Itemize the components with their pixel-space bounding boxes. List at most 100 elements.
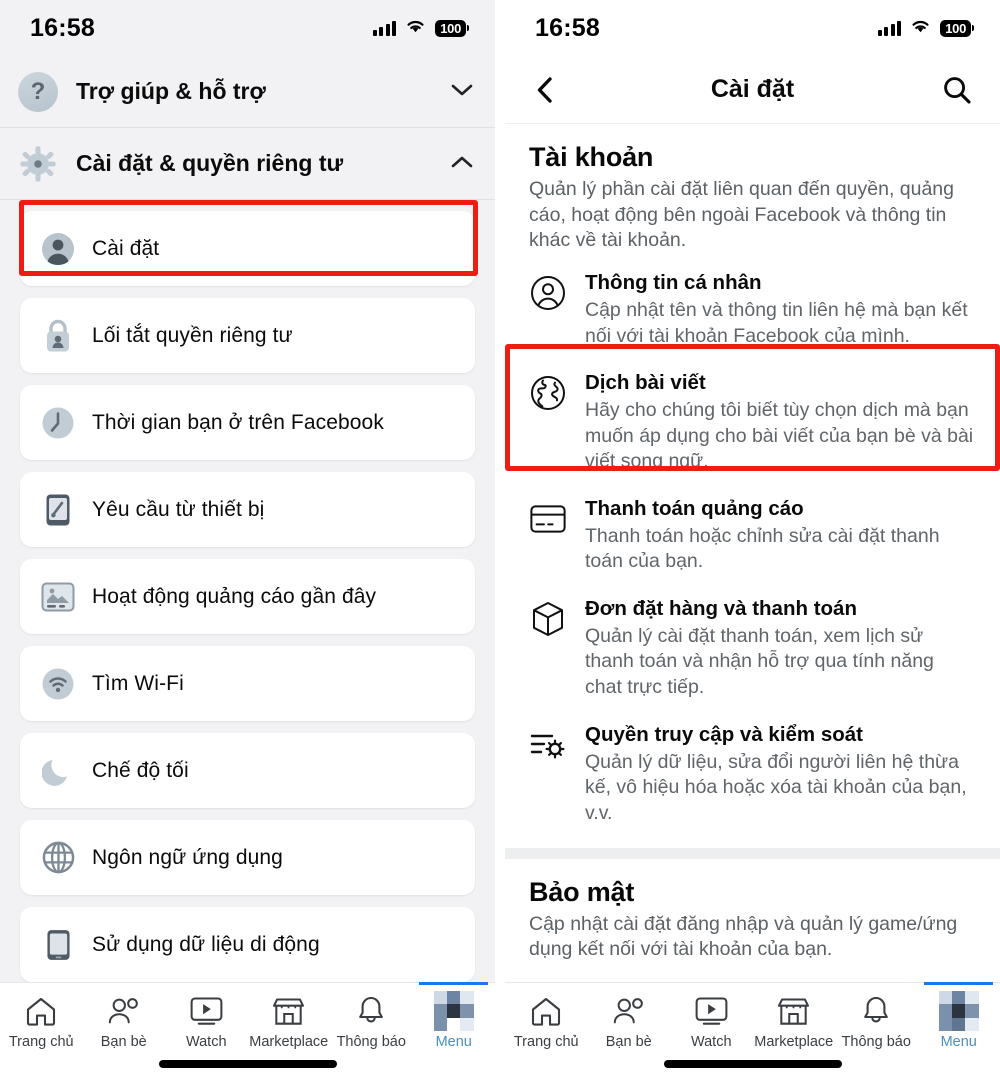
settings-row-thong-tin-ca-nhan[interactable]: Thông tin cá nhân Cập nhật tên và thông … [505, 260, 1000, 360]
home-icon [25, 993, 57, 1029]
bottom-tab-bar-left: Trang chủ Bạn bè Watch Marketplace Thông… [0, 982, 495, 1082]
home-indicator [158, 1060, 337, 1068]
avatar-pixelated-icon [433, 991, 474, 1031]
battery-icon: 100 [940, 19, 974, 37]
sidebar-item-settings-privacy[interactable]: Cài đặt & quyền riêng tư [0, 128, 495, 200]
settings-row-subtitle: Thanh toán hoặc chỉnh sửa cài đặt thanh … [585, 524, 940, 573]
sidebar-item-help-support[interactable]: ? Trợ giúp & hỗ trợ [0, 56, 495, 128]
list-item-yeu-cau-tu-thiet-bi[interactable]: Yêu cầu từ thiết bị [20, 472, 475, 547]
tab-marketplace[interactable]: Marketplace [248, 993, 330, 1050]
status-bar-right: 16:58 100 [505, 0, 1000, 56]
status-time: 16:58 [30, 13, 95, 42]
watch-play-icon [190, 993, 223, 1029]
tab-ban-be[interactable]: Bạn bè [588, 993, 670, 1050]
right-phone-screen: 16:58 100 Cài đặt Tài khoản Quản lý phần… [505, 0, 1000, 1082]
package-box-icon [529, 600, 567, 638]
ad-activity-icon [40, 579, 76, 615]
tab-watch[interactable]: Watch [165, 993, 247, 1050]
tab-label: Trang chủ [513, 1034, 579, 1050]
settings-shortcut-list: Cài đặt Lối tắt quyền riêng tư Thời gian… [0, 200, 495, 982]
section-divider [505, 847, 1000, 859]
list-item-tim-wifi[interactable]: Tìm Wi-Fi [20, 646, 475, 721]
settings-row-subtitle: Quản lý dữ liệu, sửa đổi người liên hệ t… [585, 750, 967, 824]
list-item-label: Thời gian bạn ở trên Facebook [92, 410, 384, 434]
battery-icon: 100 [435, 19, 469, 37]
dual-screenshot-container: 16:58 100 ? Trợ giúp & hỗ trợ Cài đặt & … [0, 0, 1000, 1082]
clock-icon [40, 405, 76, 441]
list-item-label: Cài đặt [92, 236, 160, 260]
home-icon [530, 993, 562, 1029]
list-item-label: Tìm Wi-Fi [92, 671, 184, 695]
cellular-signal-icon [372, 20, 397, 36]
person-circle-outline-icon [529, 274, 567, 312]
moon-icon [40, 753, 76, 789]
tab-thong-bao[interactable]: Thông báo [330, 993, 412, 1050]
list-item-label: Lối tắt quyền riêng tư [92, 323, 293, 347]
person-circle-icon [40, 231, 76, 267]
list-item-hoat-dong-quang-cao[interactable]: Hoạt động quảng cáo gần đây [20, 559, 475, 634]
list-item-label: Sử dụng dữ liệu di động [92, 932, 320, 956]
tab-marketplace[interactable]: Marketplace [753, 993, 835, 1050]
chevron-down-icon[interactable] [451, 83, 473, 101]
help-support-label: Trợ giúp & hỗ trợ [76, 78, 266, 104]
list-item-che-do-toi[interactable]: Chế độ tối [20, 733, 475, 808]
tab-label: Thông báo [336, 1034, 406, 1050]
tab-trang-chu[interactable]: Trang chủ [505, 993, 587, 1050]
tab-label: Bạn bè [100, 1034, 147, 1050]
globe-icon [40, 840, 76, 876]
section-title: Bảo mật [529, 876, 635, 907]
chevron-up-icon[interactable] [451, 155, 473, 173]
storefront-icon [272, 993, 305, 1029]
tab-watch[interactable]: Watch [670, 993, 752, 1050]
settings-nav-header: Cài đặt [505, 56, 1000, 124]
list-item-label: Chế độ tối [92, 758, 189, 782]
settings-row-thanh-toan-quang-cao[interactable]: Thanh toán quảng cáo Thanh toán hoặc chỉ… [505, 486, 1000, 586]
list-item-label: Hoạt động quảng cáo gần đây [92, 584, 377, 608]
cellular-signal-icon [877, 20, 902, 36]
settings-privacy-label: Cài đặt & quyền riêng tư [76, 150, 344, 176]
bell-icon [862, 993, 890, 1029]
avatar-pixelated-icon [938, 991, 979, 1031]
friends-icon [612, 993, 646, 1029]
tab-label: Thông báo [841, 1034, 911, 1050]
tab-ban-be[interactable]: Bạn bè [83, 993, 165, 1050]
settings-row-subtitle: Cập nhật tên và thông tin liên hệ mà bạn… [585, 298, 968, 347]
globe-icon [529, 374, 567, 412]
list-item-thoi-gian-tren-facebook[interactable]: Thời gian bạn ở trên Facebook [20, 385, 475, 460]
storefront-icon [777, 993, 810, 1029]
phone-request-icon [40, 492, 76, 528]
settings-row-dich-bai-viet[interactable]: Dịch bài viết Hãy cho chúng tôi biết tùy… [505, 360, 1000, 486]
tab-label: Marketplace [754, 1034, 834, 1050]
section-header-bao-mat: Bảo mật Cập nhật cài đặt đăng nhập và qu… [505, 859, 1000, 969]
mobile-phone-icon [40, 927, 76, 963]
lock-person-icon [40, 318, 76, 354]
tab-menu[interactable]: Menu [918, 982, 1000, 1050]
tab-thong-bao[interactable]: Thông báo [835, 993, 917, 1050]
list-item-loi-tat-quyen-rieng-tu[interactable]: Lối tắt quyền riêng tư [20, 298, 475, 373]
settings-row-don-dat-hang[interactable]: Đơn đặt hàng và thanh toán Quản lý cài đ… [505, 586, 1000, 712]
chevron-left-icon[interactable] [527, 73, 561, 107]
tab-trang-chu[interactable]: Trang chủ [0, 993, 82, 1050]
status-indicators: 100 [877, 18, 974, 39]
tab-label: Marketplace [249, 1034, 329, 1050]
wifi-icon [910, 18, 931, 39]
section-title: Tài khoản [529, 142, 654, 172]
section-description: Cập nhật cài đặt đăng nhập và quản lý ga… [529, 912, 958, 961]
list-item-label: Ngôn ngữ ứng dụng [92, 845, 283, 869]
list-item-ngon-ngu-ung-dung[interactable]: Ngôn ngữ ứng dụng [20, 820, 475, 895]
search-icon[interactable] [940, 73, 974, 107]
watch-play-icon [695, 993, 728, 1029]
list-item-su-dung-du-lieu-di-dong[interactable]: Sử dụng dữ liệu di động [20, 907, 475, 982]
panel-gutter [495, 0, 505, 1082]
settings-content: Tài khoản Quản lý phần cài đặt liên quan… [505, 124, 1000, 1082]
tab-menu[interactable]: Menu [413, 982, 495, 1050]
gear-icon [18, 144, 58, 184]
settings-row-title: Dịch bài viết [585, 371, 706, 395]
tab-label: Watch [185, 1034, 227, 1050]
battery-level: 100 [435, 19, 466, 37]
status-time: 16:58 [535, 13, 600, 42]
settings-row-quyen-truy-cap[interactable]: Quyền truy cập và kiểm soát Quản lý dữ l… [505, 712, 1000, 838]
tab-label: Watch [690, 1034, 732, 1050]
list-item-cai-dat[interactable]: Cài đặt [20, 211, 475, 286]
settings-row-subtitle: Hãy cho chúng tôi biết tùy chọn dịch mà … [585, 398, 974, 473]
